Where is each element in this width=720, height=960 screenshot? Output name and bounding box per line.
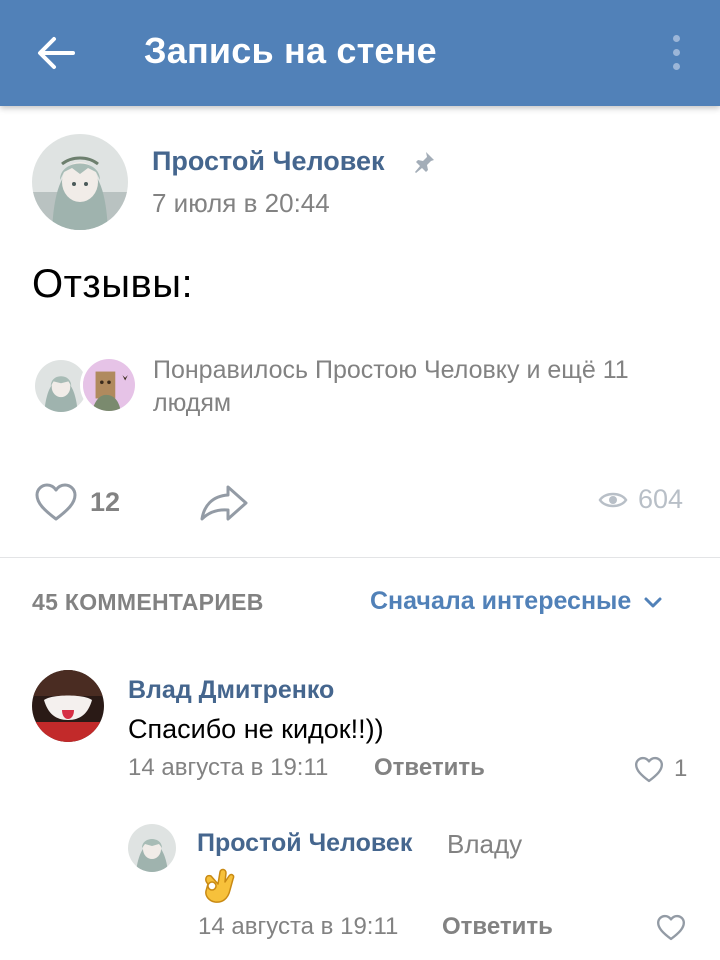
pin-icon (415, 152, 434, 173)
sort-label: Сначала интересные (370, 587, 632, 615)
liker-avatar[interactable] (80, 356, 138, 414)
comment-like-button[interactable]: 1 (634, 755, 687, 783)
reply-button[interactable]: Ответить (442, 913, 553, 941)
comment-author-avatar[interactable] (128, 824, 176, 872)
reply-button[interactable]: Ответить (374, 754, 485, 782)
post-author-avatar[interactable] (32, 134, 128, 230)
like-count: 12 (90, 486, 121, 517)
likes-summary[interactable]: Понравилось Простою Человку и ещё 11 люд… (153, 354, 693, 420)
ok-hand-emoji-icon (205, 868, 235, 903)
post-text: Отзывы: (32, 262, 194, 306)
chevron-down-icon (644, 597, 662, 607)
heart-icon (35, 483, 77, 521)
comment-like-count: 1 (674, 755, 688, 782)
arrow-left-icon (38, 37, 75, 69)
comments-count: 45 КОММЕНТАРИЕВ (32, 589, 264, 615)
comment-text: Спасибо не кидок!!)) (128, 714, 384, 744)
share-button[interactable] (198, 484, 250, 522)
comment-timestamp: 14 августа в 19:11 (128, 754, 329, 781)
comment-author-avatar[interactable] (32, 670, 104, 742)
share-icon (200, 485, 248, 521)
heart-icon (656, 914, 686, 941)
comment-timestamp: 14 августа в 19:11 (198, 913, 399, 940)
comment-like-button[interactable] (656, 914, 686, 941)
comments-sort-dropdown[interactable]: Сначала интересные (370, 587, 663, 616)
post-timestamp: 7 июля в 20:44 (152, 188, 330, 218)
eye-icon (598, 492, 628, 507)
app-bar: Запись на стене (0, 0, 720, 106)
heart-icon (634, 756, 664, 782)
more-menu-button[interactable] (660, 28, 692, 76)
post-author-name[interactable]: Простой Человек (152, 146, 385, 177)
reply-to-label[interactable]: Владу (447, 829, 522, 860)
like-button[interactable]: 12 (34, 482, 120, 522)
comment-author-name[interactable]: Влад Дмитренко (128, 676, 334, 705)
divider (0, 557, 720, 558)
more-vertical-icon (672, 34, 680, 42)
comment-author-name[interactable]: Простой Человек (197, 829, 412, 858)
back-button[interactable] (30, 31, 82, 75)
views-count: 604 (638, 484, 684, 514)
views-counter: 604 (598, 484, 683, 515)
page-title: Запись на стене (144, 30, 437, 71)
